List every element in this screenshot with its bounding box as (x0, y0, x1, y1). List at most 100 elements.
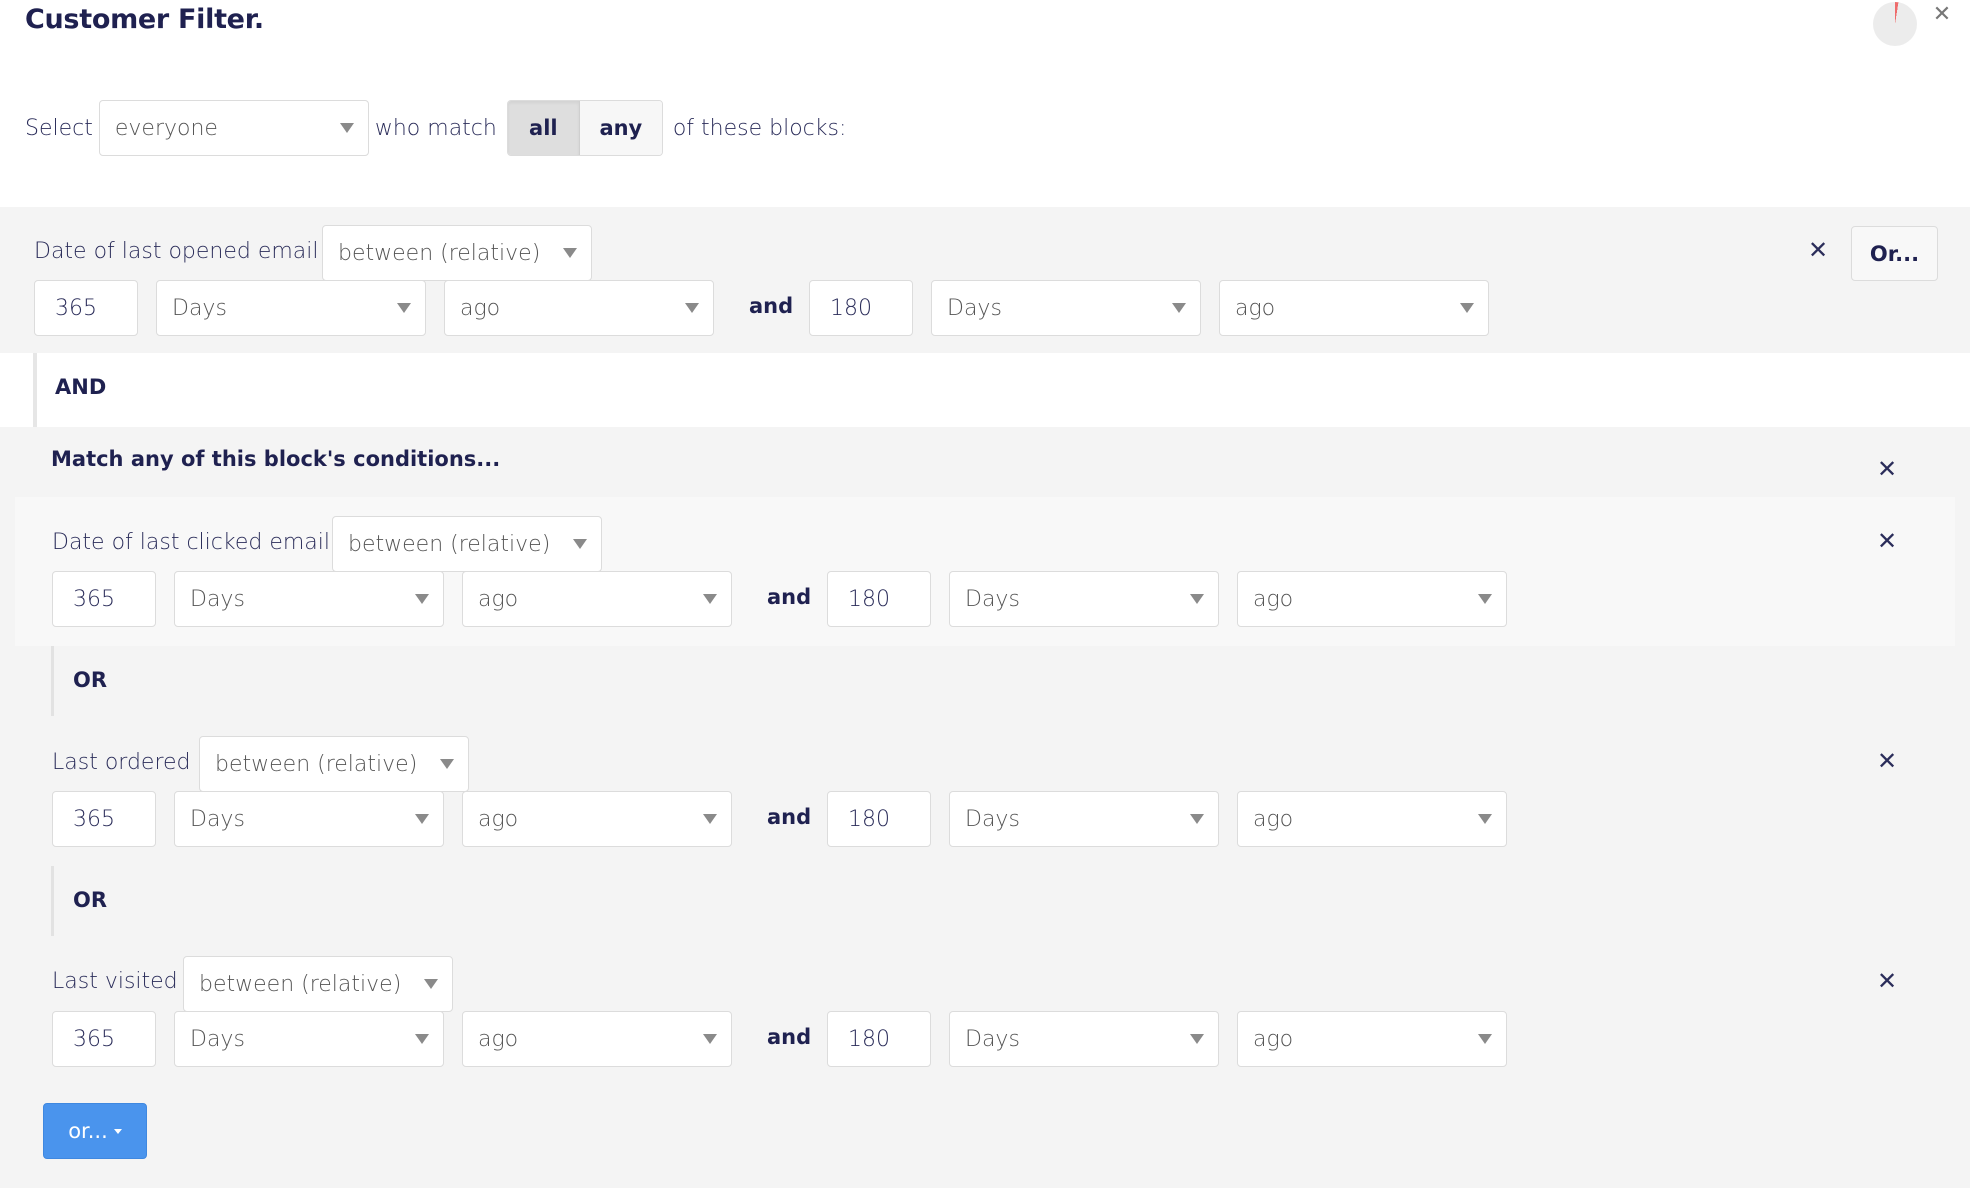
match-all-button[interactable]: all (507, 101, 580, 155)
or-separator-label: OR (73, 668, 108, 692)
to-direction-value: ago (1253, 806, 1294, 832)
from-amount-input[interactable]: 365 (52, 571, 156, 627)
remove-condition-close-icon[interactable]: ✕ (1874, 968, 1900, 994)
to-direction-dropdown[interactable]: ago (1237, 791, 1507, 847)
to-amount-input[interactable]: 180 (827, 571, 931, 627)
progress-pie-icon (1873, 2, 1917, 46)
from-unit-value: Days (190, 1026, 245, 1052)
blocks-suffix-label: of these blocks: (672, 115, 847, 141)
operator-value: between (relative) (338, 240, 541, 266)
to-unit-dropdown[interactable]: Days (949, 1011, 1219, 1067)
remove-condition-close-icon[interactable]: ✕ (1874, 748, 1900, 774)
and-connector-label: and (749, 294, 794, 318)
and-connector-label: and (767, 585, 812, 609)
or-button[interactable]: Or... (1851, 226, 1938, 281)
to-amount-input[interactable]: 180 (827, 791, 931, 847)
remove-condition-close-icon[interactable]: ✕ (1874, 528, 1900, 554)
chevron-down-icon (415, 1034, 429, 1044)
add-or-condition-button[interactable]: or... (43, 1103, 147, 1159)
from-direction-value: ago (478, 806, 519, 832)
from-direction-value: ago (460, 295, 501, 321)
separator-bar (33, 353, 37, 427)
condition-field-label: Date of last clicked email (52, 530, 330, 555)
or-separator-bar (51, 866, 54, 936)
to-unit-value: Days (965, 586, 1020, 612)
operator-value: between (relative) (215, 751, 418, 777)
chevron-down-icon (703, 1034, 717, 1044)
and-connector-label: and (767, 1025, 812, 1049)
chevron-down-icon (440, 759, 454, 769)
chevron-down-icon (563, 248, 577, 258)
to-unit-dropdown[interactable]: Days (949, 791, 1219, 847)
to-unit-value: Days (965, 1026, 1020, 1052)
from-direction-dropdown[interactable]: ago (462, 1011, 732, 1067)
page-title: Customer Filter. (25, 4, 264, 35)
caret-down-icon (113, 1128, 122, 1134)
chevron-down-icon (1190, 594, 1204, 604)
from-direction-value: ago (478, 1026, 519, 1052)
block-header: Match any of this block's conditions... (51, 447, 501, 471)
chevron-down-icon (573, 539, 587, 549)
to-amount-input[interactable]: 180 (809, 280, 913, 336)
audience-dropdown[interactable]: everyone (98, 100, 369, 156)
to-unit-dropdown[interactable]: Days (931, 280, 1201, 336)
close-icon[interactable]: ✕ (1929, 0, 1955, 30)
and-connector-label: and (767, 805, 812, 829)
from-direction-dropdown[interactable]: ago (444, 280, 714, 336)
match-any-button[interactable]: any (579, 101, 662, 155)
and-separator: AND (0, 353, 1970, 427)
chevron-down-icon (1190, 1034, 1204, 1044)
to-unit-dropdown[interactable]: Days (949, 571, 1219, 627)
operator-dropdown[interactable]: between (relative) (322, 225, 592, 281)
chevron-down-icon (339, 123, 354, 133)
condition-field-label: Date of last opened email (34, 239, 319, 264)
from-direction-value: ago (478, 586, 519, 612)
and-separator-label: AND (55, 375, 107, 399)
select-label: Select (25, 115, 93, 141)
condition-field-label: Last ordered (52, 750, 191, 775)
chevron-down-icon (415, 594, 429, 604)
chevron-down-icon (703, 814, 717, 824)
from-unit-dropdown[interactable]: Days (174, 1011, 444, 1067)
to-amount-input[interactable]: 180 (827, 1011, 931, 1067)
chevron-down-icon (1172, 303, 1186, 313)
from-unit-value: Days (190, 586, 245, 612)
to-direction-dropdown[interactable]: ago (1219, 280, 1489, 336)
chevron-down-icon (1478, 1034, 1492, 1044)
to-direction-dropdown[interactable]: ago (1237, 1011, 1507, 1067)
operator-value: between (relative) (348, 531, 551, 557)
from-amount-input[interactable]: 365 (52, 791, 156, 847)
from-amount-input[interactable]: 365 (34, 280, 138, 336)
to-direction-dropdown[interactable]: ago (1237, 571, 1507, 627)
chevron-down-icon (1478, 594, 1492, 604)
from-unit-value: Days (172, 295, 227, 321)
chevron-down-icon (685, 303, 699, 313)
remove-block-close-icon[interactable]: ✕ (1805, 237, 1831, 263)
operator-dropdown[interactable]: between (relative) (199, 736, 469, 792)
from-amount-input[interactable]: 365 (52, 1011, 156, 1067)
to-unit-value: Days (947, 295, 1002, 321)
chevron-down-icon (415, 814, 429, 824)
or-separator-label: OR (73, 888, 108, 912)
from-unit-value: Days (190, 806, 245, 832)
from-direction-dropdown[interactable]: ago (462, 791, 732, 847)
condition-field-label: Last visited (52, 969, 178, 994)
from-unit-dropdown[interactable]: Days (156, 280, 426, 336)
from-unit-dropdown[interactable]: Days (174, 571, 444, 627)
add-or-label: or... (68, 1119, 108, 1143)
operator-dropdown[interactable]: between (relative) (183, 956, 453, 1012)
audience-dropdown-value: everyone (114, 115, 218, 141)
to-direction-value: ago (1253, 586, 1294, 612)
who-match-label: who match (374, 115, 497, 141)
audience-select-row: Select everyone who match all any of the… (25, 100, 846, 156)
from-direction-dropdown[interactable]: ago (462, 571, 732, 627)
remove-block-close-icon[interactable]: ✕ (1874, 456, 1900, 482)
operator-dropdown[interactable]: between (relative) (332, 516, 602, 572)
from-unit-dropdown[interactable]: Days (174, 791, 444, 847)
to-unit-value: Days (965, 806, 1020, 832)
or-separator-bar (51, 646, 54, 716)
chevron-down-icon (1478, 814, 1492, 824)
chevron-down-icon (703, 594, 717, 604)
chevron-down-icon (397, 303, 411, 313)
to-direction-value: ago (1253, 1026, 1294, 1052)
